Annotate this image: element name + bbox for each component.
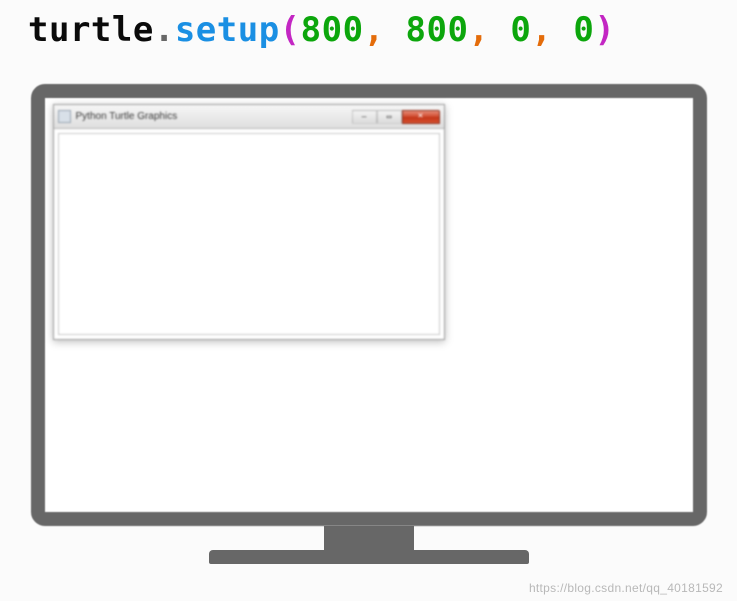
close-icon: ✕ xyxy=(418,112,423,121)
code-line: turtle.setup(800, 800, 0, 0) xyxy=(0,0,737,54)
code-arg-3: 0 xyxy=(510,10,531,50)
code-paren-close: ) xyxy=(594,10,615,50)
code-comma-3: , xyxy=(531,10,573,50)
close-button[interactable]: ✕ xyxy=(402,110,440,124)
window-controls: — ▭ ✕ xyxy=(352,110,440,124)
code-arg-4: 0 xyxy=(573,10,594,50)
turtle-window[interactable]: Python Turtle Graphics — ▭ ✕ xyxy=(53,104,445,340)
code-module: turtle xyxy=(28,10,154,50)
turtle-app-icon xyxy=(58,110,71,123)
monitor-illustration: Python Turtle Graphics — ▭ ✕ xyxy=(31,84,707,564)
code-arg-1: 800 xyxy=(301,10,364,50)
code-method: setup xyxy=(175,10,280,50)
turtle-window-title: Python Turtle Graphics xyxy=(76,111,352,122)
monitor-screen: Python Turtle Graphics — ▭ ✕ xyxy=(31,84,707,526)
code-paren-open: ( xyxy=(280,10,301,50)
monitor-base xyxy=(209,550,529,564)
turtle-canvas xyxy=(58,133,440,335)
watermark-text: https://blog.csdn.net/qq_40181592 xyxy=(529,581,723,595)
minimize-button[interactable]: — xyxy=(352,110,377,124)
code-comma-2: , xyxy=(468,10,510,50)
minimize-icon: — xyxy=(362,113,367,121)
maximize-button[interactable]: ▭ xyxy=(377,110,402,124)
turtle-titlebar[interactable]: Python Turtle Graphics — ▭ ✕ xyxy=(54,105,444,129)
maximize-icon: ▭ xyxy=(387,113,392,121)
code-comma-1: , xyxy=(364,10,406,50)
monitor-neck xyxy=(324,526,414,550)
code-dot: . xyxy=(154,10,175,50)
code-arg-2: 800 xyxy=(406,10,469,50)
